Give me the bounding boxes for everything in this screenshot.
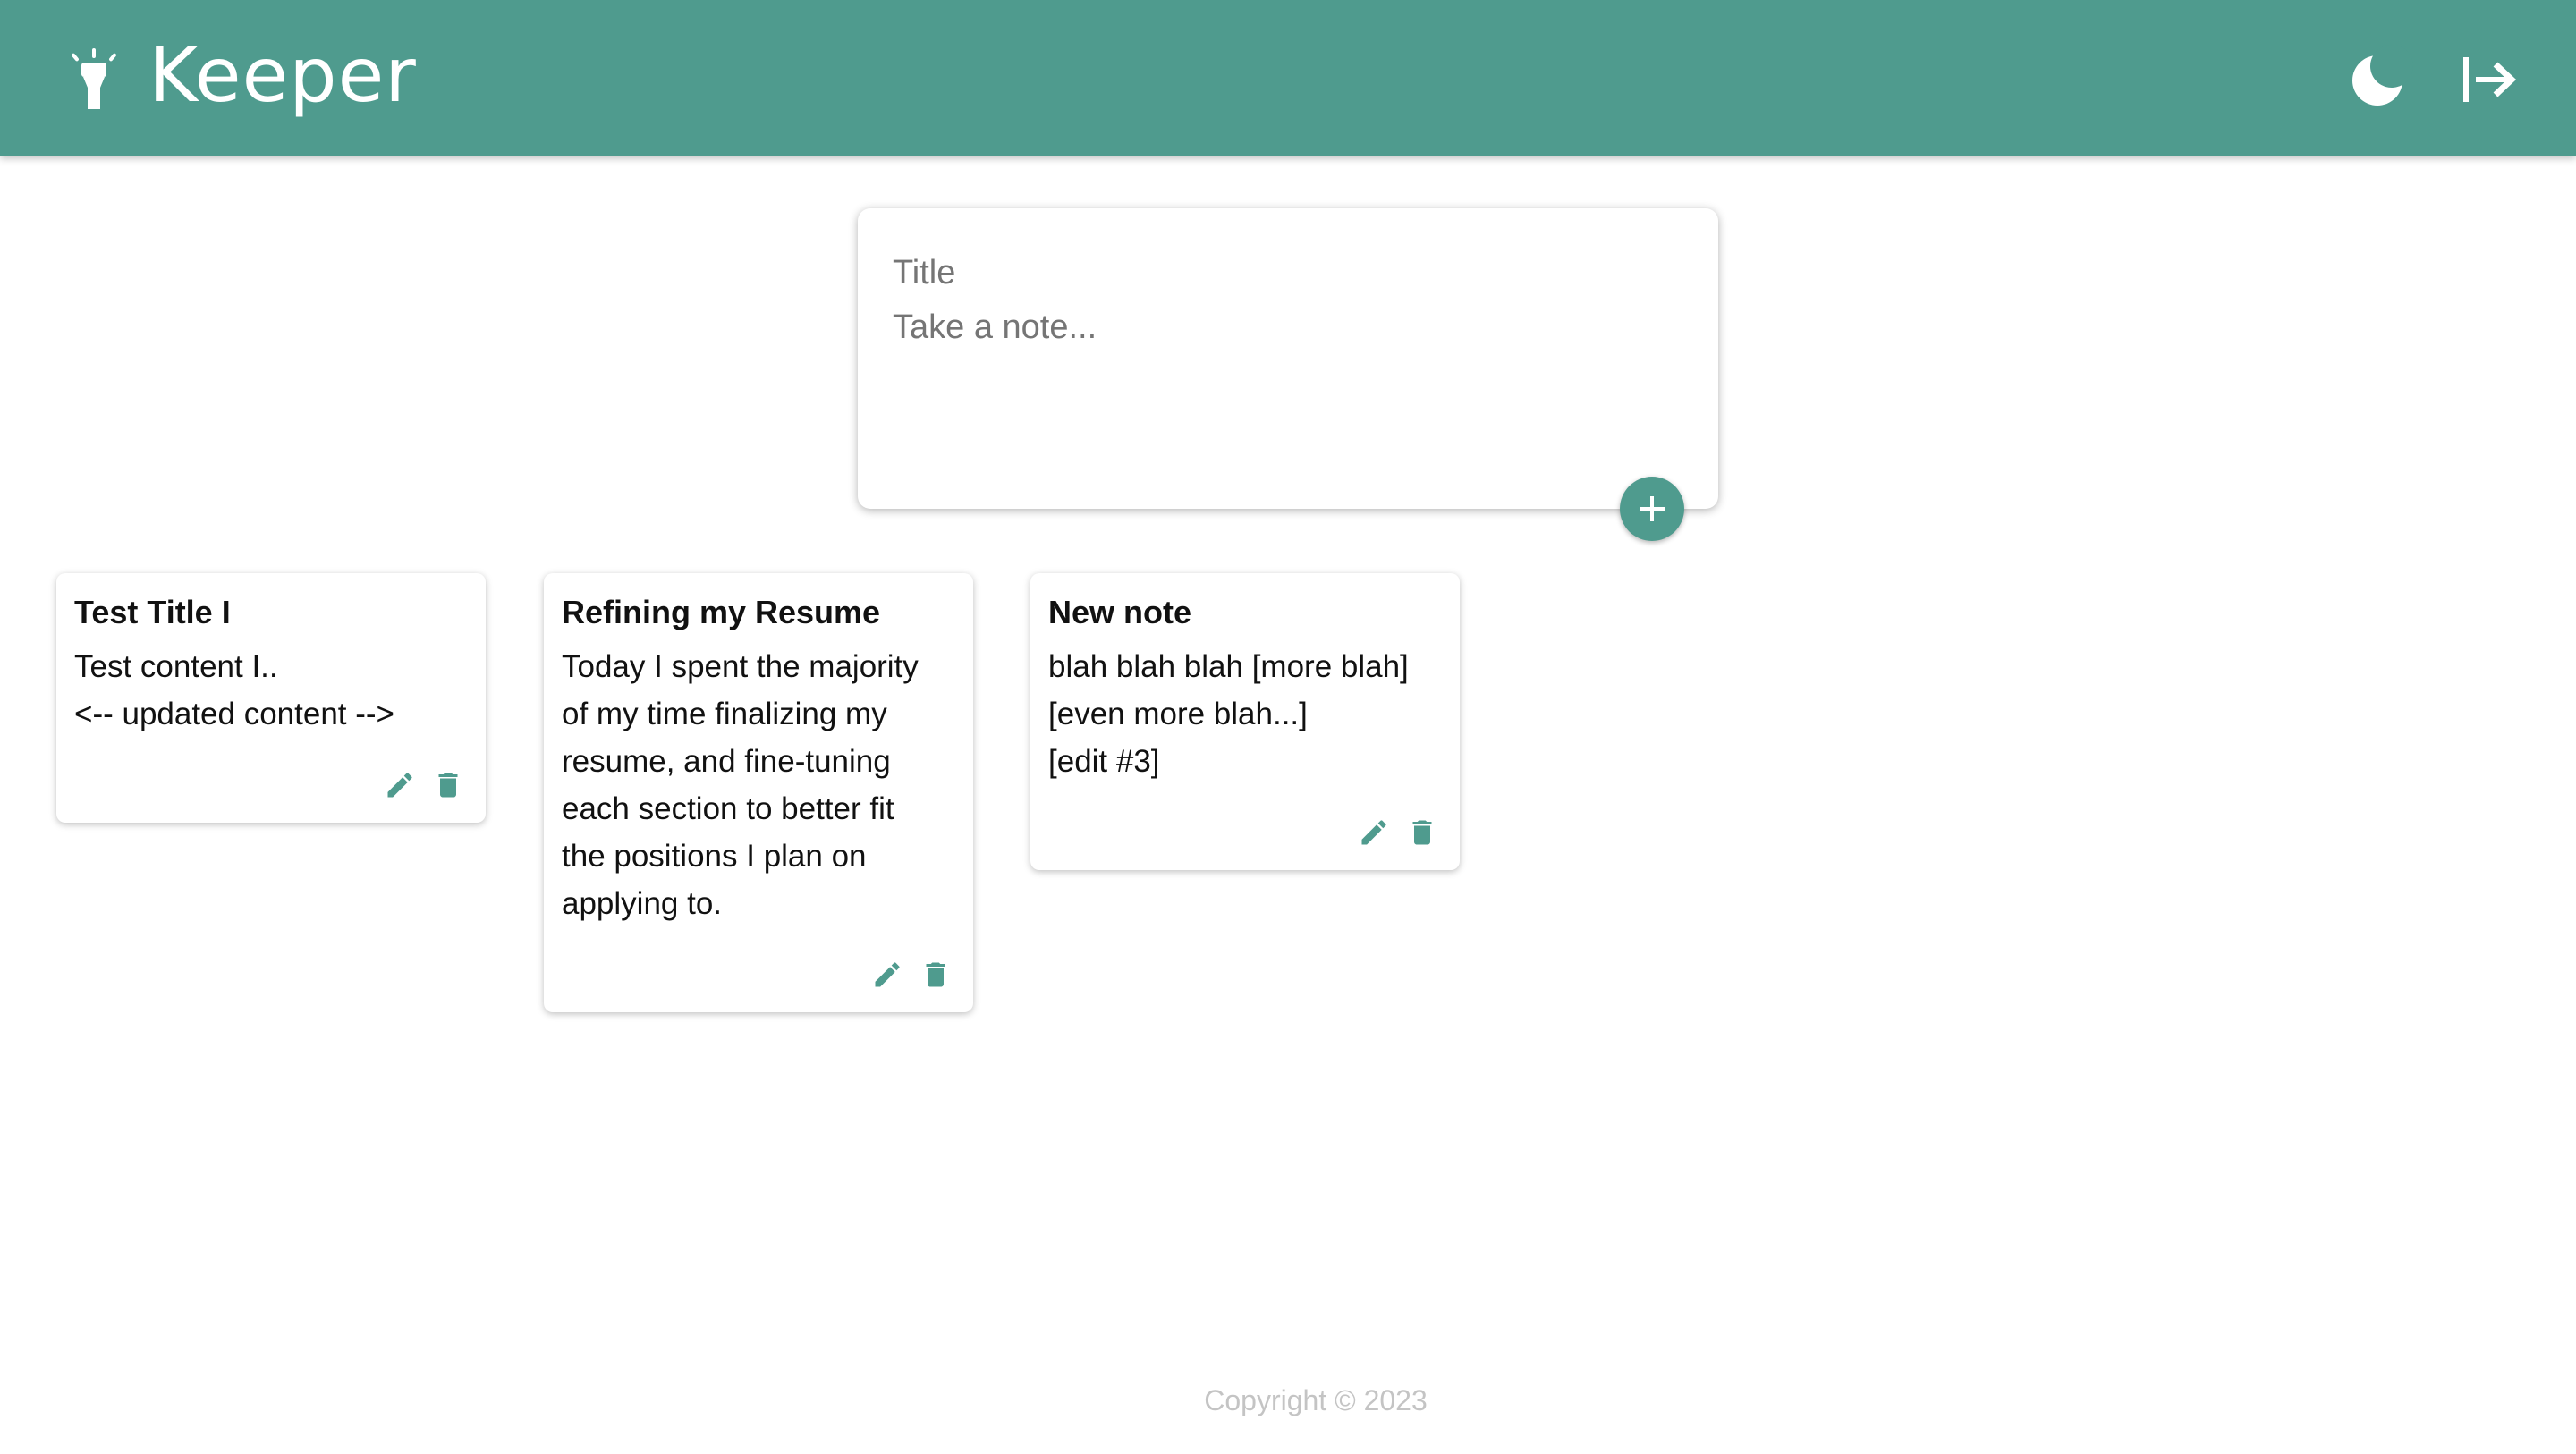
edit-icon[interactable] — [871, 959, 903, 991]
delete-icon[interactable] — [919, 959, 952, 991]
note-card: Test Title I Test content I.. <-- update… — [56, 573, 486, 823]
note-actions — [871, 959, 952, 991]
flashlight-icon — [72, 48, 116, 109]
note-card: New note blah blah blah [more blah] [eve… — [1030, 573, 1460, 870]
logout-icon — [2463, 57, 2517, 102]
note-title: Test Title I — [74, 594, 231, 630]
note-title: Refining my Resume — [562, 594, 881, 630]
moon-icon — [2352, 45, 2413, 106]
delete-icon[interactable] — [1406, 816, 1438, 849]
note-title: New note — [1048, 594, 1192, 630]
delete-icon[interactable] — [432, 769, 464, 801]
note-actions — [1358, 816, 1438, 849]
note-content: Test content I.. <-- updated content --> — [74, 649, 394, 731]
note-content: blah blah blah [more blah] [even more bl… — [1048, 649, 1409, 779]
edit-icon[interactable] — [384, 769, 416, 801]
note-actions — [384, 769, 464, 801]
note-card: Refining my Resume Today I spent the maj… — [544, 573, 973, 1012]
edit-icon[interactable] — [1358, 816, 1390, 849]
add-note-button[interactable] — [1620, 477, 1684, 541]
app-title: Keeper — [148, 31, 417, 119]
note-content-input[interactable] — [893, 309, 1680, 461]
footer-copyright: Copyright © 2023 — [1204, 1384, 1428, 1416]
app-header: Keeper — [0, 0, 2576, 156]
note-content: Today I spent the majority of my time fi… — [562, 649, 919, 921]
plus-icon — [1640, 496, 1665, 521]
dark-mode-toggle[interactable] — [2345, 45, 2413, 113]
note-composer — [858, 208, 1718, 509]
note-title-input[interactable] — [893, 246, 1680, 300]
logout-button[interactable] — [2454, 45, 2522, 113]
